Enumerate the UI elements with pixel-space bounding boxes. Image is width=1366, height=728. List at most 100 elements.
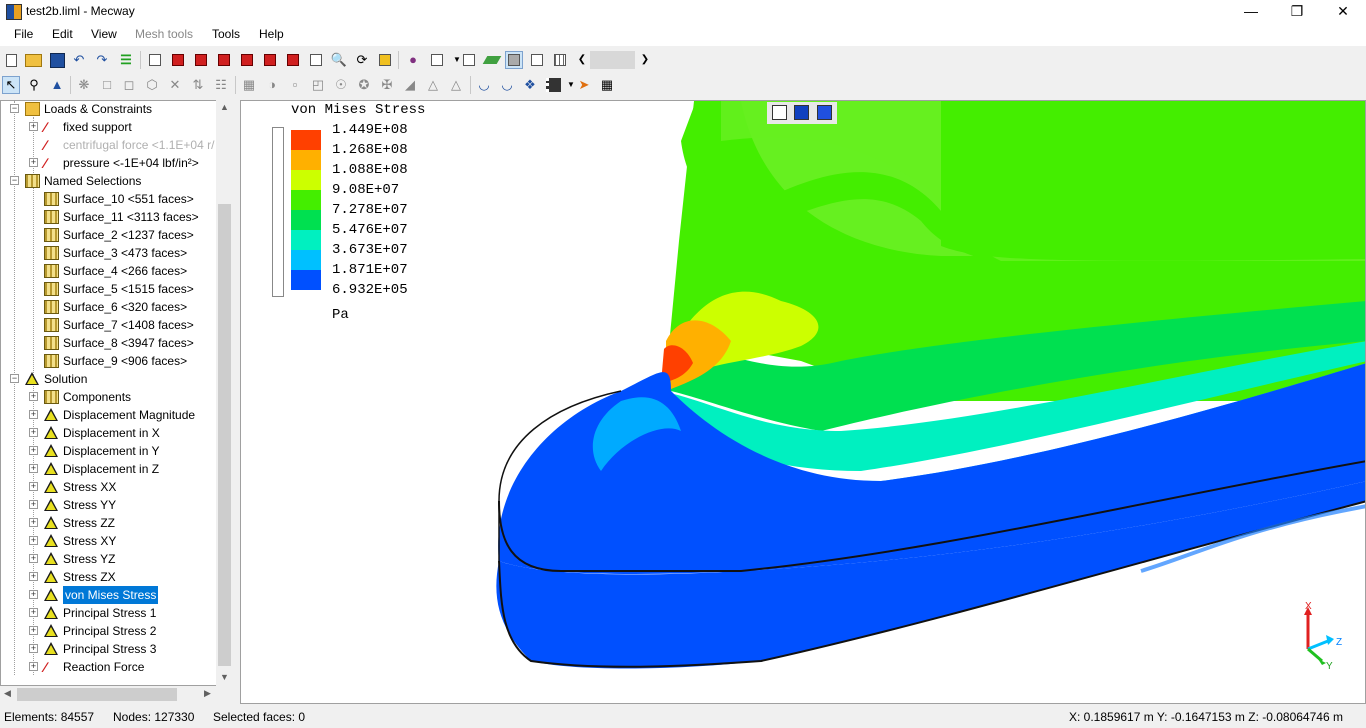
deformed-shape-icon[interactable]: ◡ bbox=[475, 76, 493, 94]
tree-item[interactable]: − Loads & Constraints bbox=[1, 101, 217, 118]
tree-expander[interactable]: + bbox=[29, 662, 38, 671]
menu-help[interactable]: Help bbox=[259, 27, 284, 41]
shaded-view-icon[interactable] bbox=[505, 51, 523, 69]
shaded-surface-icon[interactable] bbox=[482, 51, 502, 69]
select-arrow-icon[interactable]: ↖ bbox=[2, 76, 20, 94]
tree-item[interactable]: Surface_2 <1237 faces> bbox=[1, 226, 217, 244]
tree-item[interactable]: Surface_4 <266 faces> bbox=[1, 262, 217, 280]
tree-item[interactable]: Surface_10 <551 faces> bbox=[1, 190, 217, 208]
section-view-icon[interactable] bbox=[428, 51, 446, 69]
tree-expander[interactable]: − bbox=[10, 176, 19, 185]
results-viewport[interactable]: von Mises Stress 1.449E+08 1.268E+08 1.088… bbox=[240, 100, 1366, 704]
scale-icon[interactable]: ▫ bbox=[286, 76, 304, 94]
tree-expander[interactable]: + bbox=[29, 392, 38, 401]
tree-item[interactable]: Surface_3 <473 faces> bbox=[1, 244, 217, 262]
table-icon[interactable]: ▦ bbox=[598, 76, 616, 94]
tree-item[interactable]: Surface_8 <3947 faces> bbox=[1, 334, 217, 352]
close-button[interactable]: ✕ bbox=[1320, 0, 1366, 24]
tree-item[interactable]: Surface_9 <906 faces> bbox=[1, 352, 217, 370]
animation-icon[interactable] bbox=[544, 76, 562, 94]
move-icon[interactable]: ▦ bbox=[240, 76, 258, 94]
tree-item[interactable]: + Principal Stress 3 bbox=[1, 640, 217, 658]
view-back-icon[interactable] bbox=[192, 51, 210, 69]
view-cube-front-icon[interactable] bbox=[794, 105, 809, 120]
view-bottom-icon[interactable] bbox=[284, 51, 302, 69]
delete-icon[interactable]: ✕ bbox=[166, 76, 184, 94]
tree-expander[interactable]: − bbox=[10, 374, 19, 383]
box-icon[interactable]: ◻ bbox=[120, 76, 138, 94]
triangle-mesh-icon[interactable]: △ bbox=[424, 76, 442, 94]
tree-item[interactable]: Surface_7 <1408 faces> bbox=[1, 316, 217, 334]
undo-icon[interactable]: ↶ bbox=[70, 51, 88, 69]
tree-item[interactable]: + ∕ fixed support bbox=[1, 118, 217, 136]
menu-view[interactable]: View bbox=[91, 27, 117, 41]
tree-item[interactable]: Surface_6 <320 faces> bbox=[1, 298, 217, 316]
wireframe-view-icon[interactable] bbox=[528, 51, 546, 69]
tree-item[interactable]: + Stress ZZ bbox=[1, 514, 217, 532]
tree-expander[interactable]: + bbox=[29, 554, 38, 563]
probe-icon[interactable]: ➤ bbox=[575, 76, 593, 94]
tree-expander[interactable]: + bbox=[29, 464, 38, 473]
display-options-icon[interactable]: ● bbox=[404, 51, 422, 69]
mesh-view-icon[interactable] bbox=[551, 51, 569, 69]
view-front-icon[interactable] bbox=[169, 51, 187, 69]
tree-horizontal-scrollbar[interactable]: ◀ ▶ bbox=[0, 686, 233, 703]
explode-icon[interactable]: ❋ bbox=[75, 76, 93, 94]
tree-item[interactable]: + Stress ZX bbox=[1, 568, 217, 586]
maximize-button[interactable]: ❐ bbox=[1274, 0, 1320, 24]
extrude-icon[interactable]: ◰ bbox=[309, 76, 327, 94]
cube-outline-icon[interactable]: ⬡ bbox=[143, 76, 161, 94]
tree-item[interactable]: + ∕ Reaction Force bbox=[1, 658, 217, 676]
solve-icon[interactable]: ☰ bbox=[117, 51, 135, 69]
tree-item[interactable]: Surface_5 <1515 faces> bbox=[1, 280, 217, 298]
menu-file[interactable]: File bbox=[14, 27, 33, 41]
tree-expander[interactable]: + bbox=[29, 158, 38, 167]
tree-expander[interactable]: + bbox=[29, 518, 38, 527]
tree-expander[interactable]: + bbox=[29, 428, 38, 437]
tree-item[interactable]: Surface_11 <3113 faces> bbox=[1, 208, 217, 226]
tree-item[interactable]: + Displacement in Y bbox=[1, 442, 217, 460]
split-icon[interactable]: ✪ bbox=[355, 76, 373, 94]
tree-expander[interactable]: + bbox=[29, 410, 38, 419]
triangle-outline-icon[interactable]: △ bbox=[447, 76, 465, 94]
vector-plot-icon[interactable]: ❖ bbox=[521, 76, 539, 94]
select-element-icon[interactable]: ▲ bbox=[48, 76, 66, 94]
transform-icon[interactable]: ◢ bbox=[401, 76, 419, 94]
open-folder-icon[interactable] bbox=[24, 51, 42, 69]
view-left-icon[interactable] bbox=[215, 51, 233, 69]
tree-expander[interactable]: + bbox=[29, 590, 38, 599]
tree-expander[interactable]: + bbox=[29, 644, 38, 653]
copy-icon[interactable]: ☷ bbox=[212, 76, 230, 94]
rotate-mesh-icon[interactable]: ◑ bbox=[263, 76, 281, 94]
select-node-icon[interactable]: ⚲ bbox=[25, 76, 43, 94]
zoom-icon[interactable]: 🔍 bbox=[330, 51, 348, 69]
mirror-icon[interactable]: ⇅ bbox=[189, 76, 207, 94]
view-cube-iso-icon[interactable] bbox=[772, 105, 787, 120]
tree-expander[interactable]: − bbox=[10, 104, 19, 113]
refine-icon[interactable]: □ bbox=[98, 76, 116, 94]
tree-item[interactable]: − Named Selections bbox=[1, 172, 217, 190]
toolbar-scroll-thumb[interactable] bbox=[590, 51, 635, 69]
tree-item[interactable]: + Displacement in X bbox=[1, 424, 217, 442]
tree-item[interactable]: − Solution bbox=[1, 370, 217, 388]
redo-icon[interactable]: ↷ bbox=[93, 51, 111, 69]
menu-edit[interactable]: Edit bbox=[52, 27, 73, 41]
tree-item[interactable]: + Stress YY bbox=[1, 496, 217, 514]
menu-mesh-tools[interactable]: Mesh tools bbox=[135, 27, 193, 41]
clip-plane-icon[interactable] bbox=[460, 51, 478, 69]
tree-item[interactable]: + von Mises Stress bbox=[1, 586, 217, 604]
view-iso-icon[interactable] bbox=[146, 51, 164, 69]
rotate-icon[interactable]: ⟳ bbox=[353, 51, 371, 69]
minimize-button[interactable]: — bbox=[1228, 0, 1274, 24]
view-top-icon[interactable] bbox=[261, 51, 279, 69]
tree-item[interactable]: + Principal Stress 1 bbox=[1, 604, 217, 622]
tree-item[interactable]: + Principal Stress 2 bbox=[1, 622, 217, 640]
zoom-window-icon[interactable] bbox=[376, 51, 394, 69]
new-file-icon[interactable] bbox=[2, 51, 20, 69]
tree-scroll-thumb[interactable] bbox=[218, 204, 231, 666]
view-cube-side-icon[interactable] bbox=[817, 105, 832, 120]
tree-expander[interactable]: + bbox=[29, 572, 38, 581]
tree-item[interactable]: + Displacement in Z bbox=[1, 460, 217, 478]
tree-item[interactable]: + Displacement Magnitude bbox=[1, 406, 217, 424]
tree-expander[interactable]: + bbox=[29, 122, 38, 131]
